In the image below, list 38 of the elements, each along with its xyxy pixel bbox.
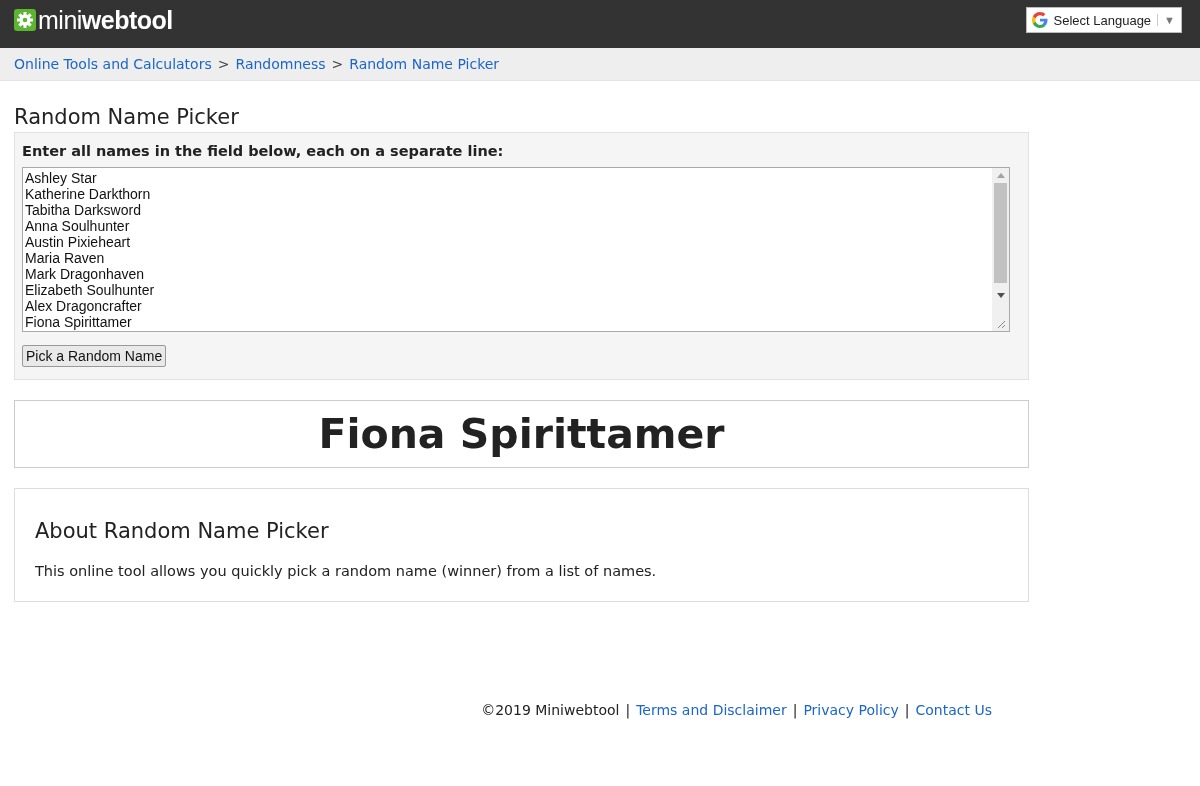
name-line: Elizabeth Soulhunter xyxy=(25,282,156,298)
picked-name: Fiona Spirittamer xyxy=(318,410,725,458)
google-g-icon xyxy=(1031,12,1048,28)
scrollbar-thumb[interactable] xyxy=(994,183,1007,283)
copyright-text: ©2019 Miniwebtool xyxy=(481,702,620,718)
site-logo[interactable]: miniwebtool xyxy=(38,5,173,35)
name-line: Alex Dragoncrafter xyxy=(25,298,143,314)
breadcrumb-link[interactable]: Online Tools and Calculators xyxy=(14,56,212,72)
name-line: Tabitha Darksword xyxy=(25,202,142,218)
gear-logo-icon xyxy=(14,9,36,31)
name-line: Austin Pixieheart xyxy=(25,234,132,250)
name-line: Fiona Spirittamer xyxy=(25,314,133,330)
footer-link[interactable]: Terms and Disclaimer xyxy=(636,702,787,718)
resize-grip-icon[interactable] xyxy=(995,319,1006,329)
names-field[interactable]: Ashley Star Katherine Darkthorn Tabitha Darksword Anna Soulhunter Austin Pixieheart Maria Raven Mark Dragonhaven Elizabeth Soulhunter Alex Dragoncrafter Fiona Spirittamer xyxy=(22,167,1010,332)
name-line: Mark Dragonhaven xyxy=(25,266,146,282)
page-title: Random Name Picker xyxy=(14,105,240,129)
name-line: Maria Raven xyxy=(25,250,106,266)
footer-separator: | xyxy=(792,702,798,718)
breadcrumb-link[interactable]: Randomness xyxy=(235,56,326,72)
about-heading: About Random Name Picker xyxy=(35,519,330,543)
footer-separator: | xyxy=(625,702,631,718)
name-line: Anna Soulhunter xyxy=(25,218,131,234)
scroll-up-icon xyxy=(996,173,1005,178)
footer-separator: | xyxy=(904,702,910,718)
field-label: Enter all names in the field below, each on a separate line: xyxy=(22,143,505,159)
name-line: Ashley Star xyxy=(25,170,98,186)
footer-link[interactable]: Privacy Policy xyxy=(803,702,899,718)
footer-link[interactable]: Contact Us xyxy=(915,702,992,718)
name-line: Katherine Darkthorn xyxy=(25,186,152,202)
scrollbar[interactable] xyxy=(992,168,1009,331)
about-text: This online tool allows you quickly pick a random name (winner) from a list of names. xyxy=(35,563,658,579)
pick-button[interactable]: Pick a Random Name xyxy=(22,345,167,367)
scroll-down-icon xyxy=(996,293,1005,298)
breadcrumb-separator: > xyxy=(217,56,230,72)
breadcrumb-link[interactable]: Random Name Picker xyxy=(349,56,500,72)
breadcrumb-separator: > xyxy=(331,56,344,72)
language-select[interactable]: Select Language ▼ xyxy=(1025,7,1182,33)
